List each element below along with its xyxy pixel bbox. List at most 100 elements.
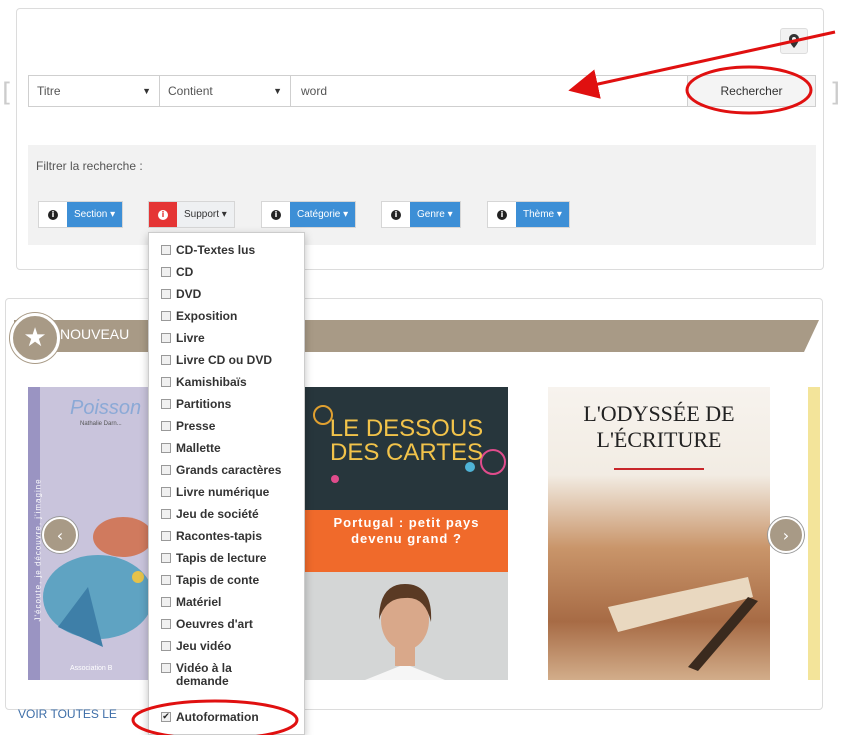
- filter-theme-button[interactable]: i Thème ▾: [487, 201, 570, 228]
- cover-1-footer: Association B: [70, 665, 113, 672]
- cover-2-title: LE DESSOUS DES CARTES: [329, 415, 484, 466]
- dropdown-item[interactable]: Jeu vidéo: [161, 640, 231, 653]
- dropdown-item[interactable]: Mallette: [161, 442, 221, 455]
- dropdown-item[interactable]: Presse: [161, 420, 215, 433]
- dropdown-item[interactable]: CD-Textes lus: [161, 244, 255, 257]
- book-cover-2[interactable]: LE DESSOUS DES CARTES Portugal : petit p…: [305, 387, 508, 680]
- see-all-link[interactable]: VOIR TOUTES LE: [18, 707, 117, 721]
- search-button[interactable]: Rechercher: [687, 76, 815, 106]
- checkbox[interactable]: [161, 509, 171, 519]
- operator-select[interactable]: Contient ▼: [160, 76, 291, 106]
- filter-category-button[interactable]: i Catégorie ▾: [261, 201, 357, 228]
- cover-1-title: Poisson: [70, 397, 142, 419]
- dropdown-item[interactable]: Kamishibaïs: [161, 376, 247, 389]
- cover-3-illustration: [608, 577, 758, 671]
- dropdown-item-label: Jeu de société: [176, 507, 259, 521]
- dropdown-item-label: Kamishibaïs: [176, 375, 247, 389]
- checkbox[interactable]: [161, 245, 171, 255]
- checkbox[interactable]: [161, 355, 171, 365]
- caret-down-icon: ▼: [273, 86, 282, 96]
- cover-3-title: L'ODYSSÉE DE L'ÉCRITURE: [583, 401, 735, 452]
- filter-genre-label: Genre: [417, 209, 445, 220]
- dropdown-item[interactable]: Partitions: [161, 398, 231, 411]
- filter-support-button[interactable]: i Support ▾: [148, 201, 235, 228]
- dropdown-item-label: Vidéo à la demande: [176, 661, 232, 688]
- map-marker-icon: [789, 34, 799, 48]
- carousel-next-button[interactable]: ›: [768, 517, 804, 553]
- checkbox[interactable]: [161, 487, 171, 497]
- map-button[interactable]: [780, 28, 808, 54]
- dropdown-item-label: Matériel: [176, 595, 222, 609]
- support-dropdown-menu: CD-Textes lus CD DVD Exposition Livre Li…: [148, 232, 305, 735]
- dropdown-item-label: Grands caractères: [176, 463, 282, 477]
- cover-2-band-text: Portugal : petit pays devenu grand ?: [333, 515, 480, 546]
- book-cover-4[interactable]: [808, 387, 820, 680]
- filter-category-label: Catégorie: [297, 209, 341, 220]
- dropdown-item-label: Exposition: [176, 309, 238, 323]
- filter-section-button[interactable]: i Section ▾: [38, 201, 124, 228]
- checkbox[interactable]: [161, 443, 171, 453]
- checkbox[interactable]: [161, 289, 171, 299]
- dropdown-item[interactable]: DVD: [161, 288, 201, 301]
- dropdown-item-label: Oeuvres d'art: [176, 617, 253, 631]
- checkbox[interactable]: [161, 575, 171, 585]
- field-select-value: Titre: [37, 84, 61, 98]
- search-bar: Titre ▼ Contient ▼ Rechercher: [28, 75, 816, 107]
- dropdown-item-label: Livre CD ou DVD: [176, 353, 273, 367]
- checkbox[interactable]: [161, 377, 171, 387]
- checkbox[interactable]: [161, 399, 171, 409]
- checkbox[interactable]: [161, 267, 171, 277]
- dropdown-item[interactable]: Vidéo à la demande: [161, 662, 271, 688]
- book-cover-3[interactable]: L'ODYSSÉE DE L'ÉCRITURE: [548, 387, 770, 680]
- checkbox[interactable]: [161, 553, 171, 563]
- dropdown-item[interactable]: Matériel: [161, 596, 221, 609]
- dropdown-item[interactable]: Livre: [161, 332, 205, 345]
- dropdown-item-label: CD: [176, 265, 194, 279]
- checkbox[interactable]: [161, 597, 171, 607]
- dropdown-item-label: Tapis de conte: [176, 573, 260, 587]
- dropdown-item[interactable]: Oeuvres d'art: [161, 618, 253, 631]
- checkbox[interactable]: [161, 619, 171, 629]
- checkbox-checked[interactable]: ✔: [161, 712, 171, 722]
- dropdown-item[interactable]: Livre CD ou DVD: [161, 354, 272, 367]
- dropdown-item[interactable]: Tapis de conte: [161, 574, 259, 587]
- checkbox[interactable]: [161, 663, 171, 673]
- dropdown-item[interactable]: Racontes-tapis: [161, 530, 262, 543]
- chevron-right-icon: ›: [782, 525, 790, 545]
- info-circle-icon: i: [262, 202, 290, 227]
- dropdown-item-label: Mallette: [176, 441, 221, 455]
- dropdown-item-label: Autoformation: [176, 710, 259, 724]
- dropdown-item[interactable]: Jeu de société: [161, 508, 259, 521]
- checkbox[interactable]: [161, 421, 171, 431]
- dropdown-item[interactable]: Grands caractères: [161, 464, 281, 477]
- info-circle-icon: i: [382, 202, 410, 227]
- search-input[interactable]: [291, 76, 687, 106]
- dropdown-item[interactable]: CD: [161, 266, 193, 279]
- dropdown-item[interactable]: Tapis de lecture: [161, 552, 266, 565]
- dropdown-item-label: Partitions: [176, 397, 232, 411]
- filter-panel: [28, 145, 816, 245]
- dropdown-item[interactable]: Exposition: [161, 310, 237, 323]
- checkbox[interactable]: [161, 465, 171, 475]
- filter-theme-label: Thème: [523, 209, 555, 220]
- info-circle-icon: i: [39, 202, 67, 227]
- checkbox[interactable]: [161, 311, 171, 321]
- dropdown-item-selected[interactable]: ✔ Autoformation: [161, 711, 259, 724]
- checkbox[interactable]: [161, 641, 171, 651]
- cover-2-portrait: [365, 584, 445, 680]
- star-icon: ★: [10, 313, 60, 363]
- dropdown-item[interactable]: Livre numérique: [161, 486, 269, 499]
- dropdown-item-label: Jeu vidéo: [176, 639, 232, 653]
- cover-1-subtitle: Nathalie Darn...: [80, 421, 122, 427]
- filter-genre-button[interactable]: i Genre ▾: [381, 201, 461, 228]
- checkbox[interactable]: [161, 333, 171, 343]
- operator-select-value: Contient: [168, 84, 213, 98]
- cover-3-underline: [614, 468, 704, 470]
- field-select[interactable]: Titre ▼: [29, 76, 160, 106]
- checkbox[interactable]: [161, 531, 171, 541]
- section-header-band: [14, 320, 819, 352]
- cover-1-side-text: J'écoute, je découvre, j'imagine: [33, 478, 43, 622]
- carousel-prev-button[interactable]: ‹: [42, 517, 78, 553]
- dropdown-item-label: Livre: [176, 331, 205, 345]
- chevron-left-icon: ‹: [56, 525, 64, 545]
